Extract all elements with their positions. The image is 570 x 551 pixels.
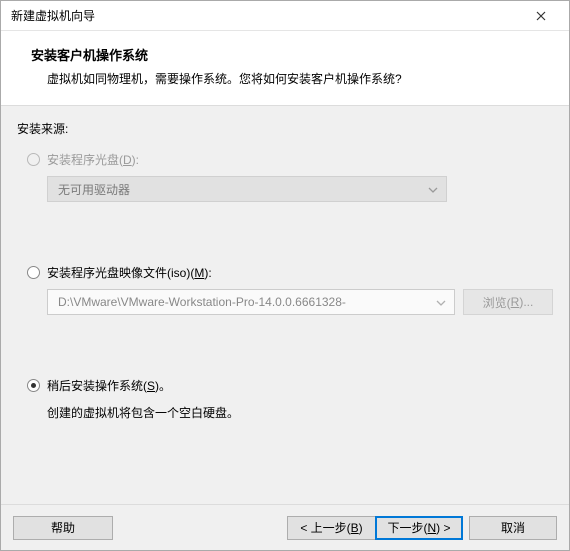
option-install-disc: 安装程序光盘(D): <box>27 151 553 168</box>
wizard-footer: 帮助 < 上一步(B) 下一步(N) > 取消 <box>1 504 569 550</box>
header-description: 虚拟机如同物理机，需要操作系统。您将如何安装客户机操作系统? <box>31 70 539 87</box>
browse-button: 浏览(R)... <box>463 289 553 315</box>
install-source-label: 安装来源: <box>17 120 553 137</box>
iso-path-value: D:\VMware\VMware-Workstation-Pro-14.0.0.… <box>58 295 346 309</box>
option-install-disc-label: 安装程序光盘(D): <box>47 151 139 168</box>
header-title: 安装客户机操作系统 <box>31 45 539 64</box>
radio-install-disc <box>27 153 40 166</box>
radio-install-iso[interactable] <box>27 266 40 279</box>
close-button[interactable] <box>521 2 561 30</box>
install-later-hint: 创建的虚拟机将包含一个空白硬盘。 <box>47 404 553 421</box>
titlebar: 新建虚拟机向导 <box>1 1 569 31</box>
disc-drive-value: 无可用驱动器 <box>58 181 130 198</box>
radio-install-later[interactable] <box>27 379 40 392</box>
chevron-down-icon <box>428 182 438 196</box>
option-install-iso-label: 安装程序光盘映像文件(iso)(M): <box>47 264 212 281</box>
disc-drive-dropdown: 无可用驱动器 <box>47 176 447 202</box>
window-title: 新建虚拟机向导 <box>11 7 521 24</box>
close-icon <box>536 11 546 21</box>
option-install-later[interactable]: 稍后安装操作系统(S)。 <box>27 377 553 394</box>
option-install-later-label: 稍后安装操作系统(S)。 <box>47 377 171 394</box>
wizard-content: 安装来源: 安装程序光盘(D): 无可用驱动器 安装程序光盘映像文件(iso)(… <box>1 106 569 504</box>
chevron-down-icon <box>436 295 446 309</box>
wizard-header: 安装客户机操作系统 虚拟机如同物理机，需要操作系统。您将如何安装客户机操作系统? <box>1 31 569 106</box>
back-button[interactable]: < 上一步(B) <box>287 516 375 540</box>
option-install-iso[interactable]: 安装程序光盘映像文件(iso)(M): <box>27 264 553 281</box>
next-button[interactable]: 下一步(N) > <box>375 516 463 540</box>
iso-path-dropdown: D:\VMware\VMware-Workstation-Pro-14.0.0.… <box>47 289 455 315</box>
cancel-button[interactable]: 取消 <box>469 516 557 540</box>
help-button[interactable]: 帮助 <box>13 516 113 540</box>
